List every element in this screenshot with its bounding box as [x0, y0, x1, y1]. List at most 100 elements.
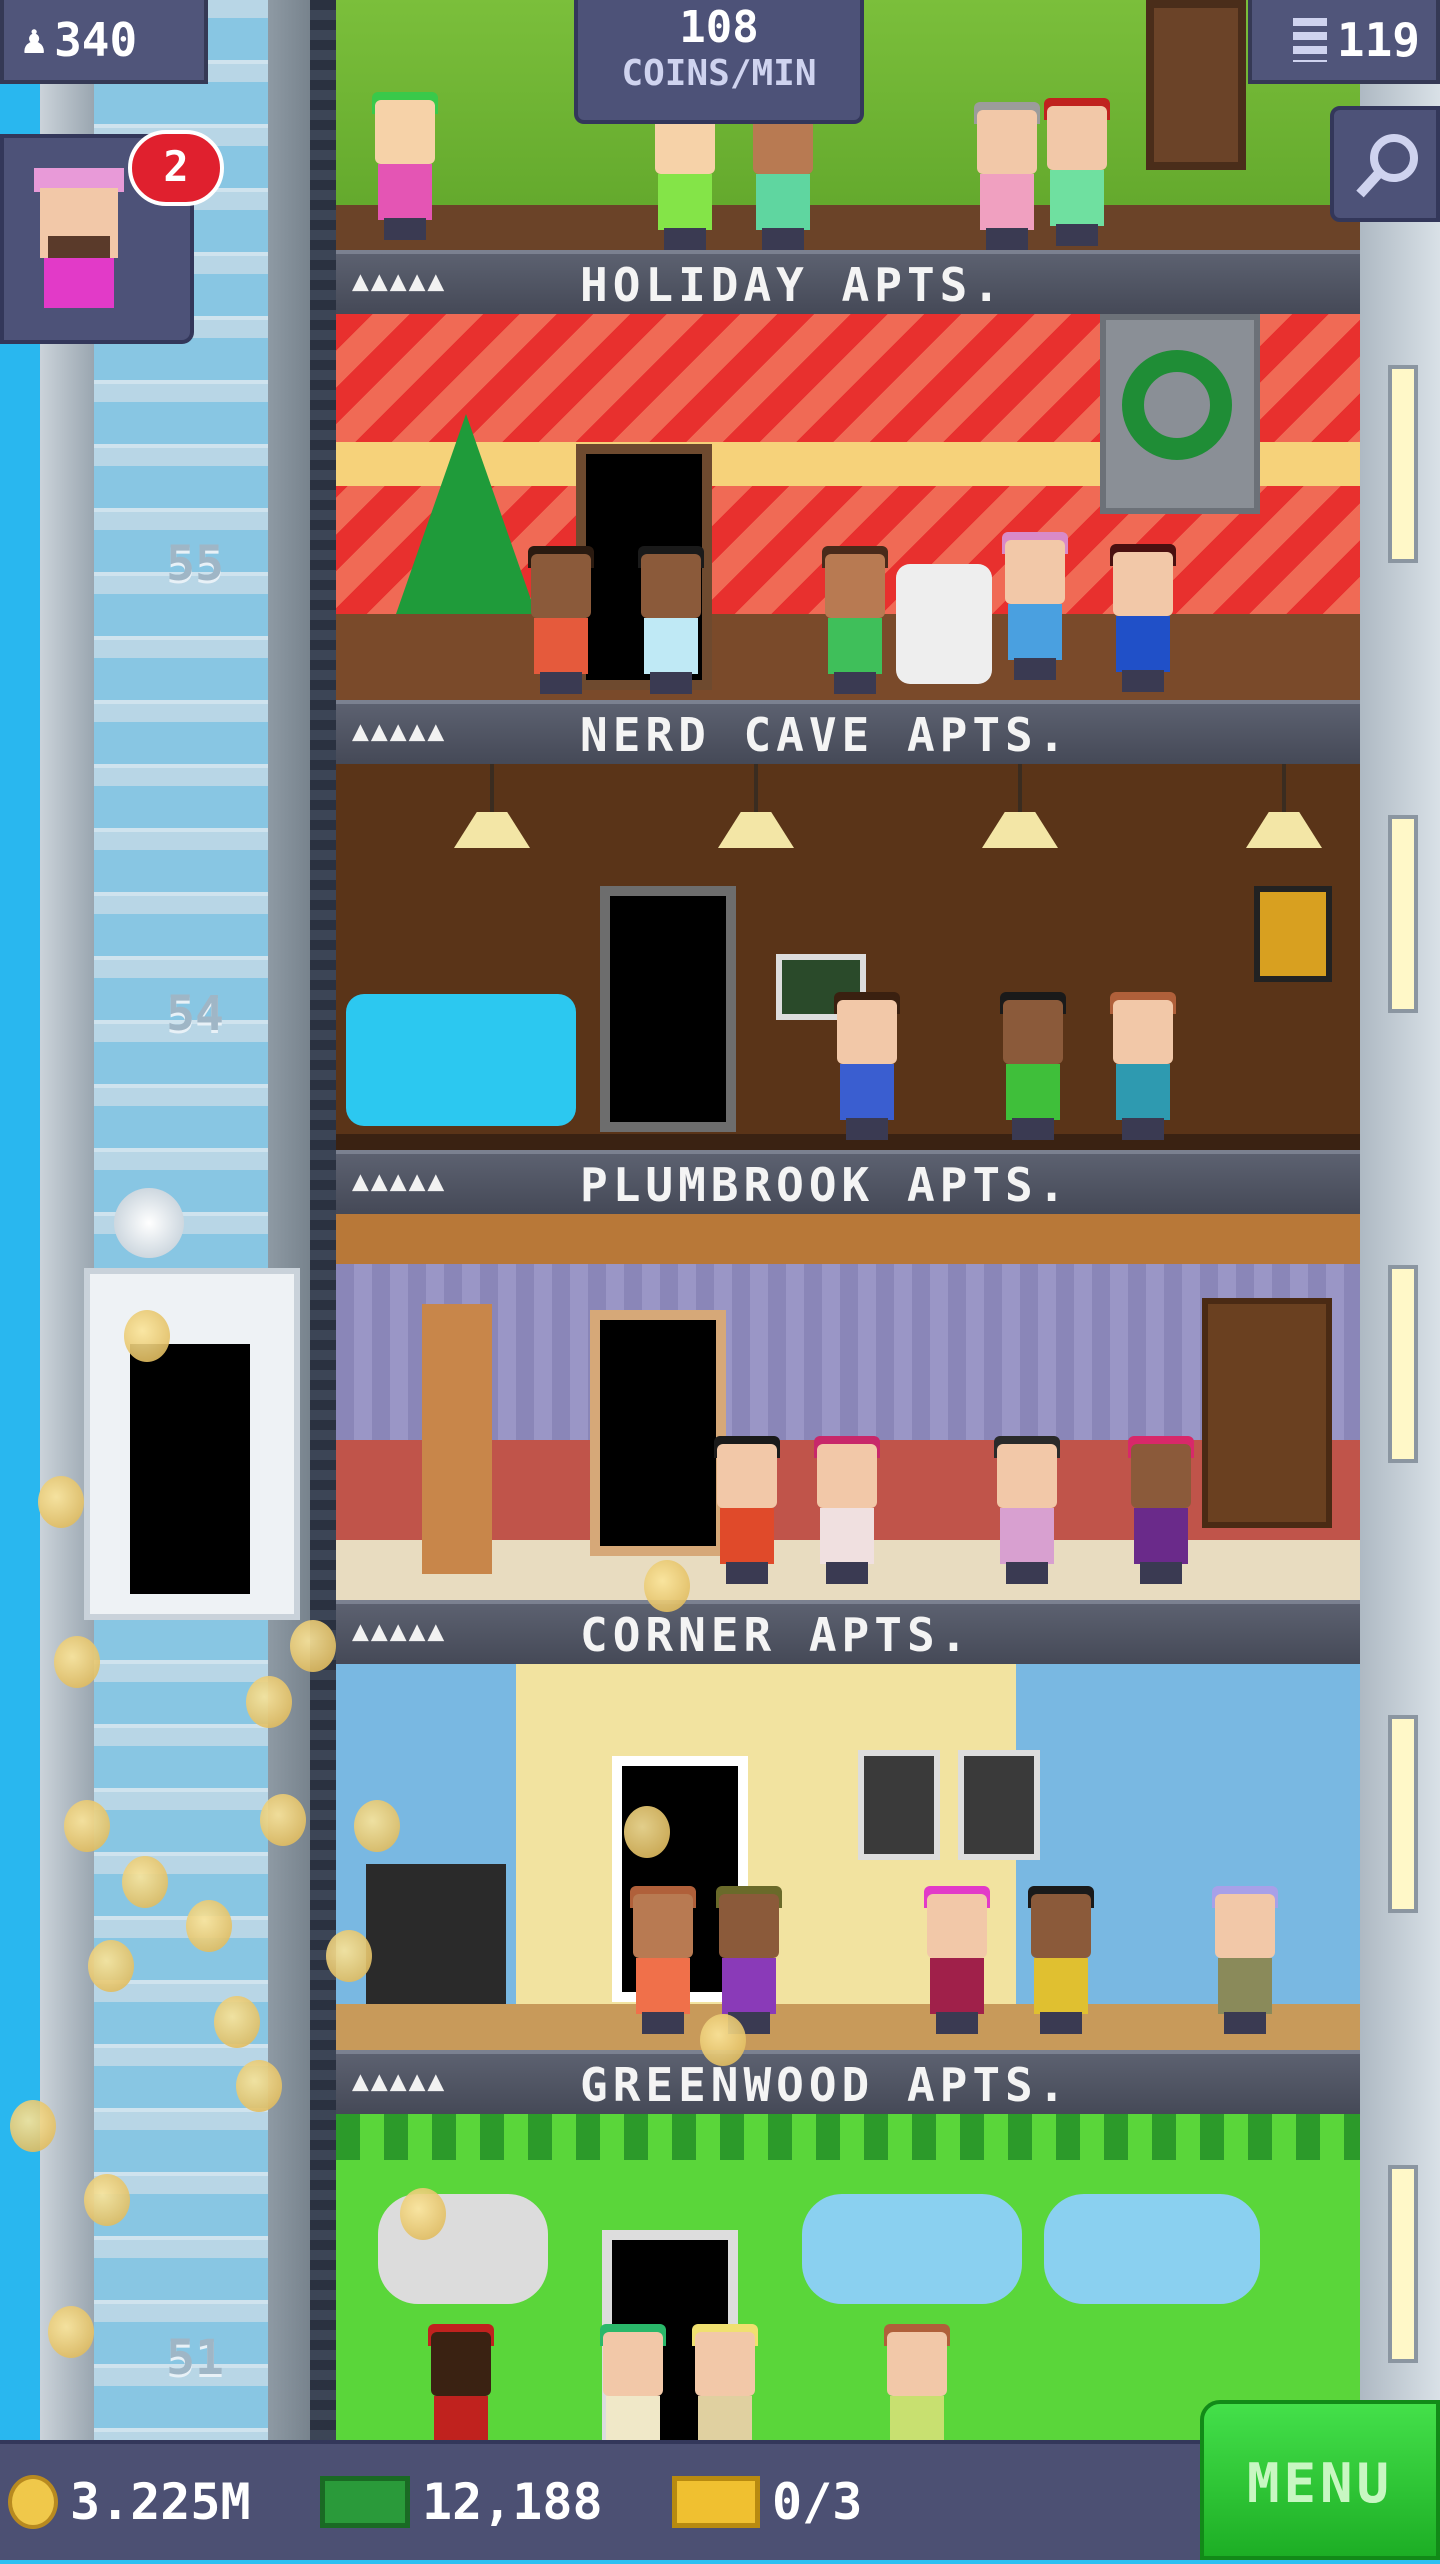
resident[interactable] — [714, 1886, 784, 2034]
visitor-notification-badge: 2 — [128, 130, 224, 206]
elevator-lamp — [114, 1188, 184, 1258]
resident[interactable] — [628, 1886, 698, 2034]
coin-particle — [214, 1996, 260, 2048]
room-holiday[interactable] — [336, 314, 1360, 700]
floor-label-bar: ▲▲▲▲▲ GREENWOOD APTS. — [336, 2050, 1360, 2114]
building-icon — [1292, 18, 1327, 62]
room-plumbrook[interactable] — [336, 1214, 1360, 1600]
coins-per-minute-panel[interactable]: 108 COINS/MIN — [574, 0, 864, 124]
room-floor — [336, 205, 1360, 250]
floor-corner[interactable]: ▲▲▲▲▲ CORNER APTS. — [336, 1600, 1360, 2050]
room-greenwood[interactable] — [336, 2114, 1360, 2440]
floor-nerd-cave[interactable]: ▲▲▲▲▲ NERD CAVE APTS. — [336, 700, 1360, 1150]
resident[interactable] — [972, 102, 1042, 250]
apartment-door[interactable] — [590, 1310, 726, 1556]
coin-particle — [260, 1794, 306, 1846]
resident[interactable] — [426, 2324, 496, 2440]
elevator-car[interactable] — [84, 1268, 300, 1620]
resident[interactable] — [526, 546, 596, 694]
resident[interactable] — [1210, 1886, 1280, 2034]
room-nerd-cave[interactable] — [336, 764, 1360, 1150]
resident[interactable] — [712, 1436, 782, 1584]
resident[interactable] — [636, 546, 706, 694]
resident[interactable] — [820, 546, 890, 694]
tower-window — [1388, 365, 1418, 563]
resident[interactable] — [998, 992, 1068, 1140]
ceiling-lamp — [1246, 812, 1322, 848]
resident[interactable] — [812, 1436, 882, 1584]
coin-particle — [54, 1636, 100, 1688]
floor-counter[interactable]: 119 — [1248, 0, 1440, 84]
coin-icon — [8, 2475, 58, 2529]
coin-particle — [122, 1856, 168, 1908]
floor-greenwood[interactable]: ▲▲▲▲▲ GREENWOOD APTS. — [336, 2050, 1360, 2440]
menu-button[interactable]: MENU — [1200, 2400, 1440, 2560]
ceiling-beam — [336, 1214, 1360, 1264]
ceiling-lamp — [718, 812, 794, 848]
coin-particle — [186, 1900, 232, 1952]
wall-frame — [858, 1750, 940, 1860]
curtain — [422, 1304, 492, 1574]
armchair — [896, 564, 992, 684]
resident[interactable] — [882, 2324, 952, 2440]
resident[interactable] — [1000, 532, 1070, 680]
resident[interactable] — [690, 2324, 760, 2440]
floor-name: PLUMBROOK APTS. — [580, 1158, 1071, 1212]
coin-particle — [10, 2100, 56, 2152]
resident[interactable] — [1108, 992, 1178, 1140]
floor-label-bar: ▲▲▲▲▲ CORNER APTS. — [336, 1600, 1360, 1664]
resident[interactable] — [598, 2324, 668, 2440]
floor-holiday[interactable]: ▲▲▲▲▲ HOLIDAY APTS. — [336, 250, 1360, 700]
resident[interactable] — [1108, 544, 1178, 692]
coin-particle — [700, 2014, 746, 2066]
tower-window — [1388, 2165, 1418, 2363]
rating-stars: ▲▲▲▲▲ — [352, 1164, 447, 1197]
resident[interactable] — [1026, 1886, 1096, 2034]
floor-label-bar: ▲▲▲▲▲ HOLIDAY APTS. — [336, 250, 1360, 314]
ceiling-lamp — [982, 812, 1058, 848]
wall-trim — [336, 2114, 1360, 2160]
resident[interactable] — [1126, 1436, 1196, 1584]
bux-counter[interactable]: 12,188 — [320, 2470, 603, 2534]
rating-stars: ▲▲▲▲▲ — [352, 264, 447, 297]
population-counter[interactable]: ♟ 340 — [0, 0, 208, 84]
tickets-counter[interactable]: 0/3 — [672, 2470, 862, 2534]
poster — [1254, 886, 1332, 982]
resident[interactable] — [650, 102, 720, 250]
resident[interactable] — [748, 102, 818, 250]
tower-window — [1388, 1265, 1418, 1463]
floor-plumbrook[interactable]: ▲▲▲▲▲ PLUMBROOK APTS. — [336, 1150, 1360, 1600]
resident[interactable] — [1042, 98, 1112, 246]
resident[interactable] — [992, 1436, 1062, 1584]
coin-particle — [84, 2174, 130, 2226]
coin-particle — [624, 1806, 670, 1858]
elevator-floor-number: 55 — [166, 536, 224, 592]
window — [802, 2194, 1022, 2304]
coins-counter[interactable]: 3.225M — [8, 2470, 251, 2534]
window — [1044, 2194, 1260, 2304]
christmas-tree — [396, 414, 536, 614]
tickets-value: 0/3 — [772, 2473, 863, 2531]
apartment-door[interactable] — [600, 886, 736, 1132]
rating-stars: ▲▲▲▲▲ — [352, 2064, 447, 2097]
coin-particle — [246, 1676, 292, 1728]
resident[interactable] — [370, 92, 440, 240]
rating-stars: ▲▲▲▲▲ — [352, 714, 447, 747]
resident[interactable] — [922, 1886, 992, 2034]
search-button[interactable] — [1330, 106, 1440, 222]
floor-name: HOLIDAY APTS. — [580, 258, 1006, 312]
bux-icon — [320, 2476, 410, 2528]
coin-particle — [124, 1310, 170, 1362]
room-corner[interactable] — [336, 1664, 1360, 2050]
visitor-avatar — [34, 168, 124, 318]
rating-stars: ▲▲▲▲▲ — [352, 1614, 447, 1647]
couch — [346, 994, 576, 1126]
coin-particle — [48, 2306, 94, 2358]
room-floor — [336, 2004, 1360, 2050]
wardrobe — [1146, 0, 1246, 170]
shaft-rail-left — [40, 0, 94, 2440]
elevator-door — [130, 1344, 250, 1594]
floor-name: GREENWOOD APTS. — [580, 2058, 1071, 2112]
resident[interactable] — [832, 992, 902, 1140]
coin-particle — [236, 2060, 282, 2112]
